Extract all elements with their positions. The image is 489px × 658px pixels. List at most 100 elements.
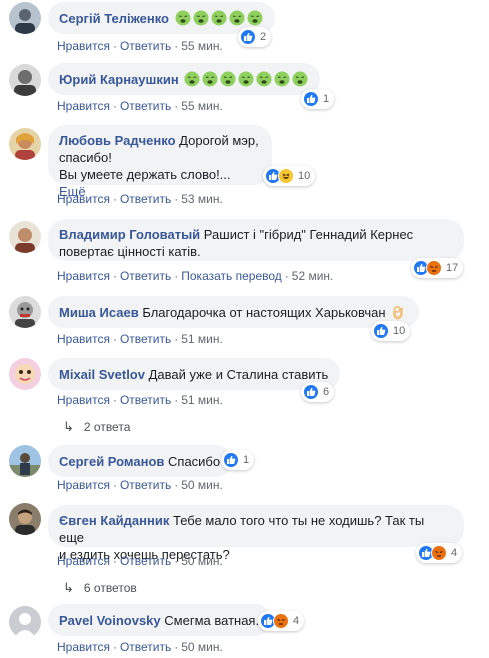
reaction-summary[interactable]: 4 [258, 611, 305, 631]
comment-bubble: Pavel Voinovsky Смегма ватная. [48, 604, 272, 636]
reply-link[interactable]: Ответить [120, 192, 171, 206]
like-link[interactable]: Нравится [57, 39, 110, 53]
reply-link[interactable]: Ответить [120, 39, 171, 53]
angry-icon [426, 260, 442, 276]
like-icon [223, 452, 239, 468]
reaction-count: 17 [446, 262, 459, 274]
nauseated-face-icon [238, 71, 254, 87]
comment-author[interactable]: Сергей Романов [59, 454, 164, 469]
reaction-count: 6 [323, 386, 330, 398]
comment-author[interactable]: Владимир Головатый [59, 227, 200, 242]
nauseated-face-icon [202, 71, 218, 87]
like-link[interactable]: Нравится [57, 393, 110, 407]
emoji-row [173, 10, 263, 26]
comment-time[interactable]: 51 мин. [181, 332, 223, 346]
avatar[interactable] [9, 503, 41, 535]
nauseated-face-icon [229, 10, 245, 26]
nauseated-face-icon [184, 71, 200, 87]
replies-count[interactable]: 2 ответа [84, 420, 130, 434]
comment-actions: Нравится · Ответить · 50 мин. [57, 640, 223, 654]
reaction-summary[interactable]: 17 [411, 258, 464, 278]
like-link[interactable]: Нравится [57, 99, 110, 113]
comment-bubble: Mixail Svetlov Давай уже и Сталина стави… [48, 358, 341, 390]
comment-author[interactable]: Юрий Карнаушкин [59, 72, 179, 87]
reply-link[interactable]: Ответить [120, 640, 171, 654]
reply-link[interactable]: Ответить [120, 332, 171, 346]
comment-author[interactable]: Сергій Теліженко [59, 11, 169, 26]
angry-icon [273, 613, 289, 629]
reaction-summary[interactable]: 2 [238, 27, 272, 47]
like-icon [373, 323, 389, 339]
comment-time[interactable]: 55 мин. [181, 39, 223, 53]
avatar[interactable] [9, 445, 41, 477]
comment-text: Благодарочка от настоящих Харьковчан [142, 305, 386, 320]
comment-time[interactable]: 50 мин. [181, 640, 223, 654]
reply-link[interactable]: Ответить [120, 478, 171, 492]
like-link[interactable]: Нравится [57, 192, 110, 206]
reaction-summary[interactable]: 1 [221, 450, 255, 470]
comment-author[interactable]: Любовь Радченко [59, 133, 176, 148]
reaction-summary[interactable]: 1 [301, 89, 335, 109]
comment-time[interactable]: 50 мин. [181, 554, 223, 568]
comment-actions: Нравится · Ответить · Показать перевод · 52 ми… [57, 269, 334, 283]
reaction-count: 4 [293, 615, 300, 627]
ok-hand-icon [391, 304, 407, 320]
emoji-row [182, 71, 308, 87]
avatar[interactable] [9, 221, 41, 253]
avatar[interactable] [9, 358, 41, 390]
reaction-count: 1 [243, 454, 250, 466]
comment-text: Смегма ватная. [164, 613, 260, 628]
reply-arrow-icon: ↳ [63, 580, 74, 595]
reply-link[interactable]: Ответить [120, 393, 171, 407]
comment-text: спасибо! [59, 150, 112, 165]
reaction-summary[interactable]: 4 [416, 543, 463, 563]
replies-count[interactable]: 6 ответов [84, 581, 137, 595]
comment-text: Давай уже и Сталина ставить [148, 367, 329, 382]
avatar[interactable] [9, 128, 41, 160]
comment-author[interactable]: Миша Исаев [59, 305, 139, 320]
avatar[interactable] [9, 64, 41, 96]
nauseated-face-icon [256, 71, 272, 87]
reaction-summary[interactable]: 10 [263, 166, 316, 186]
comment-time[interactable]: 52 мин. [292, 269, 334, 283]
comment-actions: Нравится · Ответить · 50 мин. [57, 478, 223, 492]
show-translation-link[interactable]: Показать перевод [181, 269, 282, 283]
comment-actions: Нравится · Ответить · 51 мин. [57, 332, 223, 346]
comment-text: повертає цінності катів. [59, 244, 201, 259]
reply-link[interactable]: Ответить [120, 554, 171, 568]
reply-link[interactable]: Ответить [120, 99, 171, 113]
like-link[interactable]: Нравится [57, 640, 110, 654]
reply-link[interactable]: Ответить [120, 269, 171, 283]
reaction-summary[interactable]: 6 [301, 382, 335, 402]
reaction-summary[interactable]: 10 [371, 321, 411, 341]
comment-text: Спасибо [168, 454, 221, 469]
comment-time[interactable]: 51 мин. [181, 393, 223, 407]
nauseated-face-icon [274, 71, 290, 87]
avatar[interactable] [9, 296, 41, 328]
comment-author[interactable]: Євген Кайданник [59, 513, 169, 528]
comment-time[interactable]: 50 мин. [181, 478, 223, 492]
like-link[interactable]: Нравится [57, 478, 110, 492]
haha-icon [278, 168, 294, 184]
comment-bubble: Владимир Головатый Рашист і "гібрид" Ген… [48, 219, 464, 261]
comment-time[interactable]: 55 мин. [181, 99, 223, 113]
view-replies-link[interactable]: ↳ 6 ответов [63, 580, 137, 596]
view-replies-link[interactable]: ↳ 2 ответа [63, 420, 130, 435]
like-link[interactable]: Нравится [57, 332, 110, 346]
comment-actions: Нравится · Ответить · 55 мин. [57, 39, 223, 53]
comment-time[interactable]: 53 мин. [181, 192, 223, 206]
nauseated-face-icon [211, 10, 227, 26]
reaction-count: 4 [451, 547, 458, 559]
like-link[interactable]: Нравится [57, 554, 110, 568]
reaction-count: 10 [393, 325, 406, 337]
avatar[interactable] [9, 606, 41, 638]
comment-author[interactable]: Mixail Svetlov [59, 367, 145, 382]
comment-bubble: Любовь Радченко Дорогой мэр, спасибо! Вы… [48, 125, 272, 199]
comment-author[interactable]: Pavel Voinovsky [59, 613, 161, 628]
avatar[interactable] [9, 2, 41, 34]
comment-bubble: Юрий Карнаушкин [48, 63, 321, 95]
comment-bubble: Миша Исаев Благодарочка от настоящих Хар… [48, 296, 420, 328]
nauseated-face-icon [175, 10, 191, 26]
like-link[interactable]: Нравится [57, 269, 110, 283]
comment-bubble: Євген Кайданник Тебе мало того что ты не… [48, 505, 464, 562]
